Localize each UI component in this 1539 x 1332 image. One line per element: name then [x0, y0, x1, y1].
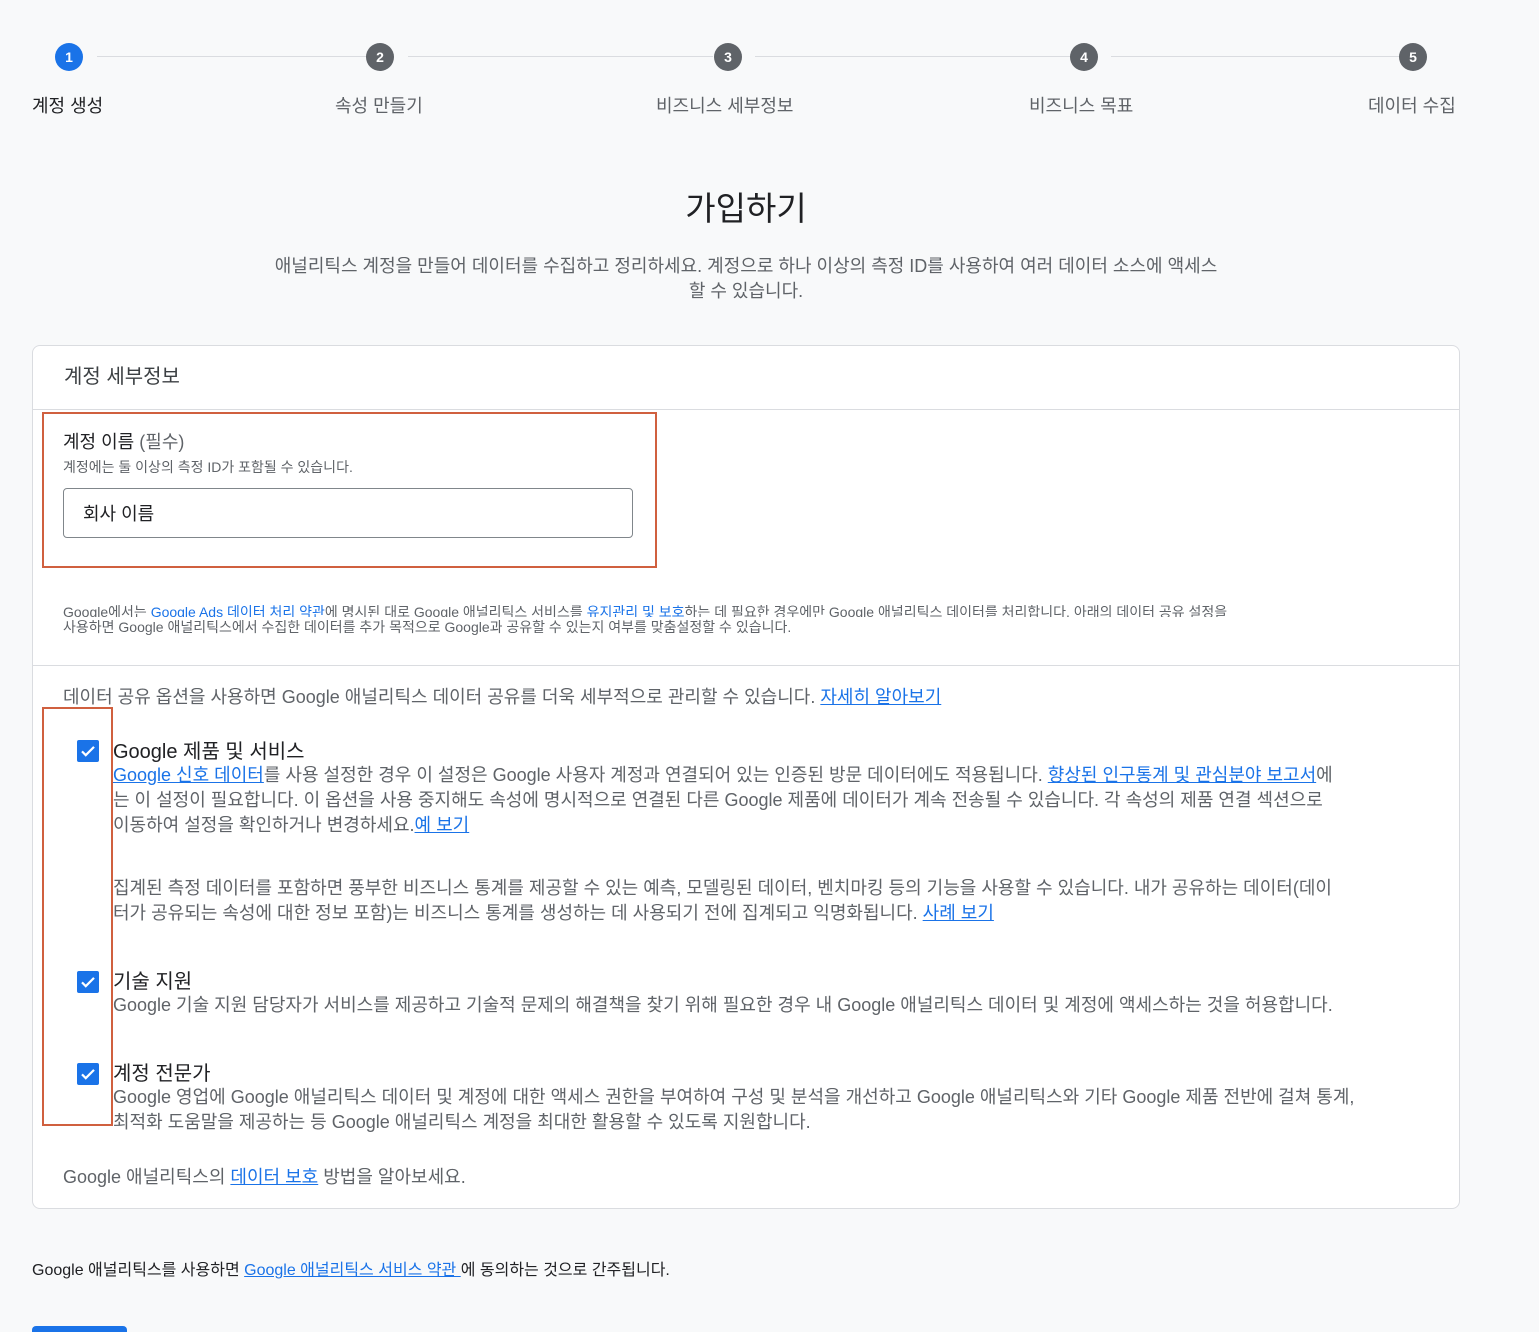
page-subtitle-line1: 애널리틱스 계정을 만들어 데이터를 수집하고 정리하세요. 계정으로 하나 이…	[274, 256, 1218, 276]
maintain-protect-link[interactable]: 유지관리 및 보호	[587, 604, 685, 617]
section-divider	[33, 665, 1459, 666]
step-3-circle: 3	[714, 43, 742, 71]
data-protection-text: 방법을 알아보세요.	[318, 1167, 466, 1187]
learn-more-link[interactable]: 자세히 알아보기	[820, 687, 941, 707]
legal-text: Google에서는	[63, 604, 151, 617]
step-5-label: 데이터 수집	[1368, 96, 1456, 116]
check-icon	[81, 746, 95, 757]
stepper-connector	[1111, 56, 1399, 57]
step-4-label: 비즈니스 목표	[1029, 96, 1134, 116]
step-4-circle: 4	[1070, 43, 1098, 71]
account-specialists-checkbox[interactable]	[77, 1063, 99, 1085]
option-text: 최적화 도움말을 제공하는 등 Google 애널리틱스 계정을 최대한 활용할…	[113, 1112, 811, 1132]
legal-text: 하는 데 필요한 경우에만 Google 애널리틱스 데이터를 처리합니다. 아…	[684, 604, 1228, 617]
legal-notice-line2: 사용하면 Google 애널리틱스에서 수집한 데이터를 추가 목적으로 Goo…	[63, 619, 792, 635]
technical-support-checkbox[interactable]	[77, 971, 99, 993]
tos-text: Google 애널리틱스를 사용하면	[32, 1262, 245, 1279]
check-icon	[81, 977, 95, 988]
technical-support-title: 기술 지원	[113, 971, 193, 993]
account-specialists-title: 계정 전문가	[113, 1063, 211, 1085]
see-cases-link[interactable]: 사례 보기	[923, 903, 994, 923]
legal-notice: Google에서는 Google Ads 데이터 처리 약관에 명시된 대로 G…	[63, 602, 1423, 637]
option-text: 는 이 설정이 필요합니다. 이 옵션을 사용 중지해도 속성에 명시적으로 연…	[113, 790, 1323, 810]
terms-of-service-note: Google 애널리틱스를 사용하면 Google 애널리틱스 서비스 약관 에…	[32, 1256, 670, 1280]
page-subtitle-line2: 할 수 있습니다.	[688, 281, 804, 301]
benchmarking-description: 집계된 측정 데이터를 포함하면 풍부한 비즈니스 통계를 제공할 수 있는 예…	[113, 876, 1413, 926]
step-3-label: 비즈니스 세부정보	[656, 96, 794, 116]
data-protection-link[interactable]: 데이터 보호	[230, 1167, 318, 1187]
google-products-title: Google 제품 및 서비스	[113, 741, 305, 763]
technical-support-description: Google 기술 지원 담당자가 서비스를 제공하고 기술적 문제의 해결책을…	[113, 995, 1333, 1015]
ads-data-processing-terms-link[interactable]: Google Ads 데이터 처리 약관	[151, 604, 325, 617]
legal-notice-line1: Google에서는 Google Ads 데이터 처리 약관에 명시된 대로 G…	[63, 602, 1423, 617]
check-icon	[81, 1069, 95, 1080]
option-text: 를 사용 설정한 경우 이 설정은 Google 사용자 계정과 연결되어 있는…	[263, 765, 1048, 785]
step-1-label: 계정 생성	[32, 96, 104, 116]
stepper-connector	[408, 56, 713, 57]
legal-text: 에 명시된 대로 Google 애널리틱스 서비스를	[324, 604, 587, 617]
data-protection-text: Google 애널리틱스의	[63, 1167, 231, 1187]
sharing-intro: 데이터 공유 옵션을 사용하면 Google 애널리틱스 데이터 공유를 더욱 …	[63, 683, 941, 709]
page-subtitle: 애널리틱스 계정을 만들어 데이터를 수집하고 정리하세요. 계정으로 하나 이…	[246, 254, 1246, 304]
page-title: 가입하기	[685, 190, 807, 227]
tos-text: 에 동의하는 것으로 간주됩니다.	[460, 1262, 670, 1279]
card-header-title: 계정 세부정보	[64, 366, 180, 388]
data-protection-note: Google 애널리틱스의 데이터 보호 방법을 알아보세요.	[63, 1163, 466, 1189]
stepper: 1 2 3 4 5 계정 생성 속성 만들기 비즈니스 세부정보 비즈니스 목표…	[0, 0, 1539, 130]
step-2-label: 속성 만들기	[335, 96, 423, 116]
step-5-circle: 5	[1399, 43, 1427, 71]
stepper-connector	[97, 56, 367, 57]
option-text: Google 영업에 Google 애널리틱스 데이터 및 계정에 대한 액세스…	[113, 1087, 1355, 1107]
see-example-link[interactable]: 예 보기	[415, 815, 470, 835]
account-specialists-description: Google 영업에 Google 애널리틱스 데이터 및 계정에 대한 액세스…	[113, 1085, 1413, 1135]
account-name-input[interactable]	[63, 488, 633, 538]
account-name-label-text: 계정 이름	[63, 432, 135, 452]
step-1-circle: 1	[55, 43, 83, 71]
terms-of-service-link[interactable]: Google 애널리틱스 서비스 약관	[244, 1262, 461, 1279]
option-text: 터가 공유되는 속성에 대한 정보 포함)는 비즈니스 통계를 생성하는 데 사…	[113, 903, 923, 923]
google-products-description: Google 신호 데이터를 사용 설정한 경우 이 설정은 Google 사용…	[113, 763, 1413, 838]
demographics-reports-link[interactable]: 향상된 인구통계 및 관심분야 보고서	[1048, 765, 1316, 785]
card-header: 계정 세부정보	[33, 346, 1459, 410]
account-name-label: 계정 이름 (필수)	[63, 428, 184, 454]
option-text: 에	[1316, 765, 1333, 785]
step-2-circle: 2	[366, 43, 394, 71]
next-button[interactable]	[32, 1326, 127, 1332]
google-signals-link[interactable]: Google 신호 데이터	[113, 765, 264, 785]
google-products-checkbox[interactable]	[77, 740, 99, 762]
stepper-connector	[755, 56, 1070, 57]
sharing-intro-text: 데이터 공유 옵션을 사용하면 Google 애널리틱스 데이터 공유를 더욱 …	[63, 687, 821, 707]
option-text: 이동하여 설정을 확인하거나 변경하세요.	[113, 815, 415, 835]
option-text: 집계된 측정 데이터를 포함하면 풍부한 비즈니스 통계를 제공할 수 있는 예…	[113, 878, 1332, 898]
account-name-hint: 계정에는 둘 이상의 측정 ID가 포함될 수 있습니다.	[63, 459, 353, 475]
required-marker: (필수)	[139, 432, 185, 452]
